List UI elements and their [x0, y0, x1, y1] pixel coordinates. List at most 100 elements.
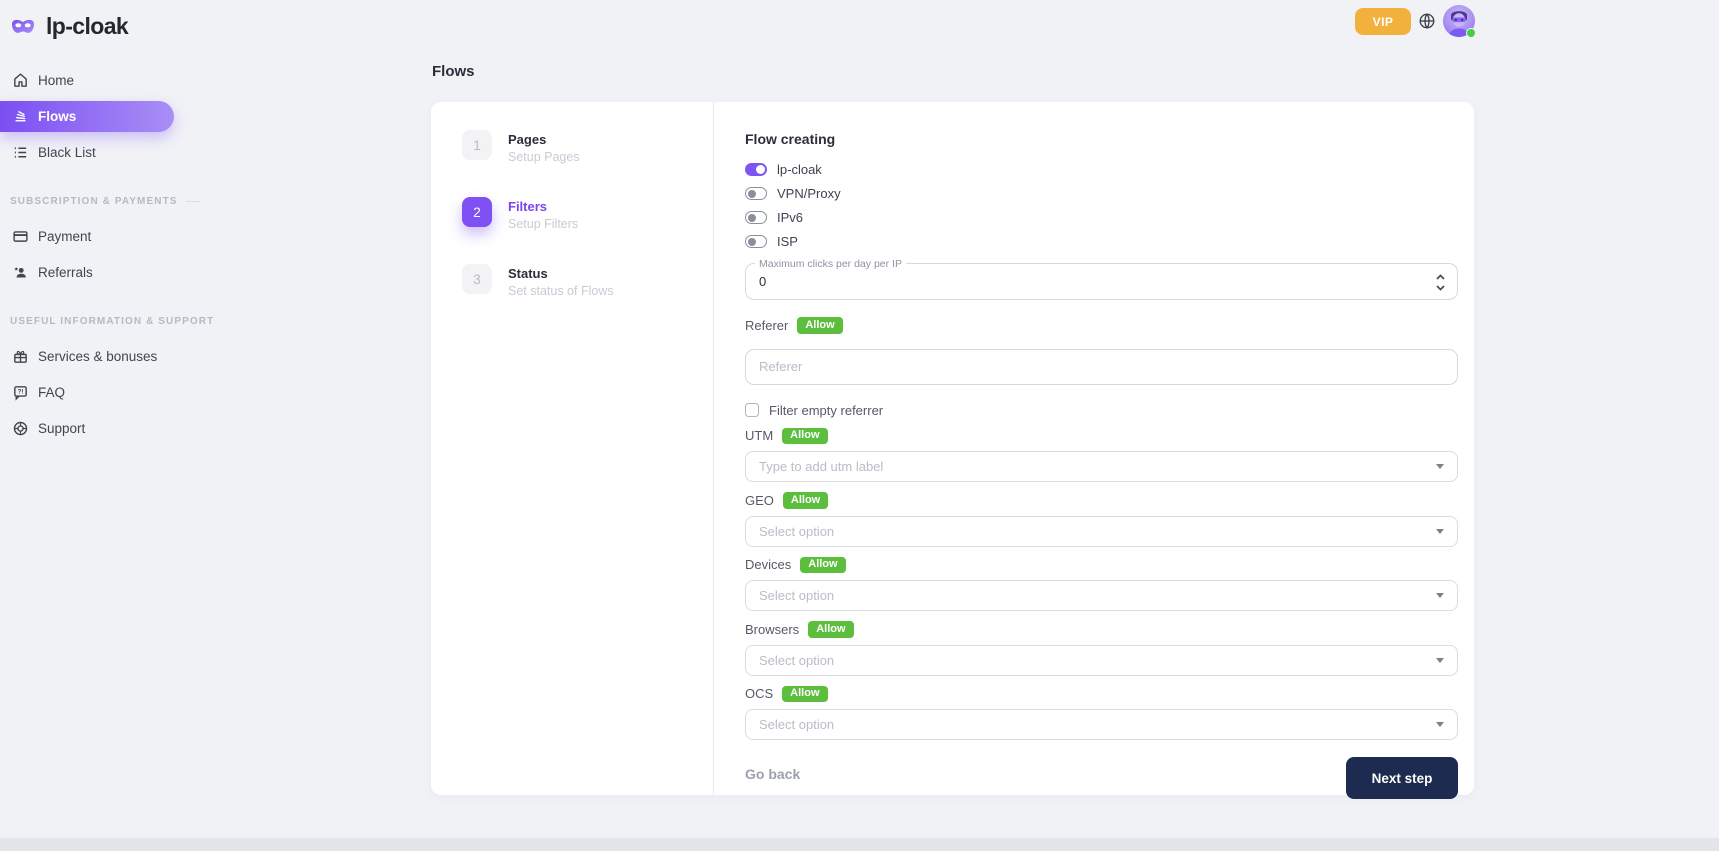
- step-number: 3: [462, 264, 492, 294]
- geo-select[interactable]: Select option: [745, 516, 1458, 547]
- online-status-dot: [1466, 28, 1476, 38]
- ocs-select[interactable]: Select option: [745, 709, 1458, 740]
- step-number: 1: [462, 130, 492, 160]
- step-number: 2: [462, 197, 492, 227]
- sidebar-item-label: Services & bonuses: [38, 349, 157, 364]
- isp-toggle[interactable]: [745, 235, 767, 248]
- flow-wizard-card: 1 Pages Setup Pages 2 Filters Setup Filt…: [431, 102, 1474, 795]
- next-step-button[interactable]: Next step: [1346, 757, 1458, 799]
- svg-text:?!: ?!: [18, 389, 24, 396]
- referer-input[interactable]: [759, 359, 1444, 374]
- devices-label: Devices: [745, 557, 791, 572]
- sidebar: lp-cloak Home Flows Black List SUBSCRIPT…: [0, 0, 200, 851]
- browsers-label: Browsers: [745, 622, 799, 637]
- step-subtitle: Setup Pages: [508, 150, 580, 164]
- sidebar-nav: Home Flows Black List SUBSCRIPTION & PAY…: [0, 65, 200, 444]
- vip-button[interactable]: VIP: [1355, 8, 1411, 35]
- number-stepper[interactable]: [1435, 272, 1446, 293]
- go-back-button[interactable]: Go back: [745, 757, 800, 782]
- toggle-row-vpn-proxy[interactable]: VPN/Proxy: [745, 186, 1459, 201]
- toggle-row-lp-cloak[interactable]: lp-cloak: [745, 162, 1459, 177]
- ocs-group: OCS Allow Select option: [745, 686, 1459, 741]
- referer-label-row: Referer Allow: [745, 317, 1459, 334]
- utm-allow-badge[interactable]: Allow: [782, 428, 827, 445]
- language-globe-icon[interactable]: [1418, 12, 1436, 30]
- step-title: Status: [508, 264, 614, 281]
- step-title: Filters: [508, 197, 578, 214]
- horizontal-scrollbar[interactable]: [0, 838, 1719, 851]
- form-title: Flow creating: [745, 131, 1459, 147]
- chevron-down-icon: [1436, 593, 1444, 598]
- sidebar-item-referrals[interactable]: Referrals: [0, 257, 174, 288]
- user-avatar[interactable]: [1443, 5, 1475, 37]
- sidebar-item-label: Flows: [38, 109, 76, 124]
- toggle-row-isp[interactable]: ISP: [745, 234, 1459, 249]
- referer-field: [745, 349, 1458, 385]
- gift-icon: [12, 348, 29, 365]
- sidebar-item-label: Payment: [38, 229, 91, 244]
- devices-group: Devices Allow Select option: [745, 557, 1459, 612]
- ipv6-toggle[interactable]: [745, 211, 767, 224]
- step-subtitle: Set status of Flows: [508, 284, 614, 298]
- vpn-proxy-toggle[interactable]: [745, 187, 767, 200]
- sidebar-item-payment[interactable]: Payment: [0, 221, 174, 252]
- chevron-down-icon: [1436, 722, 1444, 727]
- flow-creating-form: Flow creating lp-cloak VPN/Proxy IPv6 IS…: [714, 102, 1474, 795]
- sidebar-item-label: Referrals: [38, 265, 93, 280]
- lp-cloak-toggle[interactable]: [745, 163, 767, 176]
- max-clicks-field: Maximum clicks per day per IP: [745, 263, 1458, 300]
- step-filters[interactable]: 2 Filters Setup Filters: [462, 197, 713, 231]
- referer-allow-badge[interactable]: Allow: [797, 317, 842, 334]
- sidebar-item-label: FAQ: [38, 385, 65, 400]
- list-icon: [12, 144, 29, 161]
- toggle-row-ipv6[interactable]: IPv6: [745, 210, 1459, 225]
- chevron-down-icon: [1436, 464, 1444, 469]
- step-title: Pages: [508, 130, 580, 147]
- flows-stack-icon: [12, 108, 29, 125]
- wizard-actions: Go back Next step: [745, 757, 1458, 799]
- devices-select[interactable]: Select option: [745, 580, 1458, 611]
- filter-empty-referrer-row[interactable]: Filter empty referrer: [745, 403, 1459, 418]
- chevron-down-icon: [1436, 529, 1444, 534]
- home-icon: [12, 72, 29, 89]
- utm-group: UTM Allow Type to add utm label: [745, 428, 1459, 483]
- step-pages[interactable]: 1 Pages Setup Pages: [462, 130, 713, 164]
- sidebar-item-black-list[interactable]: Black List: [0, 137, 174, 168]
- sidebar-item-flows[interactable]: Flows: [0, 101, 174, 132]
- wizard-steps: 1 Pages Setup Pages 2 Filters Setup Filt…: [431, 102, 714, 795]
- lifebuoy-icon: [12, 420, 29, 437]
- step-subtitle: Setup Filters: [508, 217, 578, 231]
- sidebar-item-support[interactable]: Support: [0, 413, 174, 444]
- referer-label: Referer: [745, 318, 788, 333]
- app-logo[interactable]: lp-cloak: [0, 0, 200, 40]
- max-clicks-input[interactable]: [759, 274, 1399, 289]
- utm-select[interactable]: Type to add utm label: [745, 451, 1458, 482]
- browsers-select[interactable]: Select option: [745, 645, 1458, 676]
- geo-label: GEO: [745, 493, 774, 508]
- mask-icon: [9, 15, 37, 39]
- ocs-allow-badge[interactable]: Allow: [782, 686, 827, 703]
- brand-name: lp-cloak: [46, 13, 128, 40]
- sidebar-item-label: Black List: [38, 145, 96, 160]
- geo-allow-badge[interactable]: Allow: [783, 492, 828, 509]
- sidebar-item-home[interactable]: Home: [0, 65, 174, 96]
- faq-bubble-icon: ?!: [12, 384, 29, 401]
- chevron-down-icon: [1436, 658, 1444, 663]
- browsers-group: Browsers Allow Select option: [745, 621, 1459, 676]
- credit-card-icon: [12, 228, 29, 245]
- sidebar-item-services-bonuses[interactable]: Services & bonuses: [0, 341, 174, 372]
- page-title: Flows: [432, 63, 475, 80]
- sidebar-item-label: Support: [38, 421, 85, 436]
- sidebar-item-faq[interactable]: ?! FAQ: [0, 377, 174, 408]
- section-useful-info-support: USEFUL INFORMATION & SUPPORT: [10, 316, 200, 327]
- step-status[interactable]: 3 Status Set status of Flows: [462, 264, 713, 298]
- sidebar-item-label: Home: [38, 73, 74, 88]
- filter-empty-referrer-checkbox[interactable]: [745, 403, 759, 417]
- geo-group: GEO Allow Select option: [745, 492, 1459, 547]
- browsers-allow-badge[interactable]: Allow: [808, 621, 853, 638]
- ocs-label: OCS: [745, 686, 773, 701]
- utm-label: UTM: [745, 428, 773, 443]
- section-subscription-payments: SUBSCRIPTION & PAYMENTS: [10, 196, 200, 207]
- devices-allow-badge[interactable]: Allow: [800, 557, 845, 574]
- referral-user-icon: [12, 264, 29, 281]
